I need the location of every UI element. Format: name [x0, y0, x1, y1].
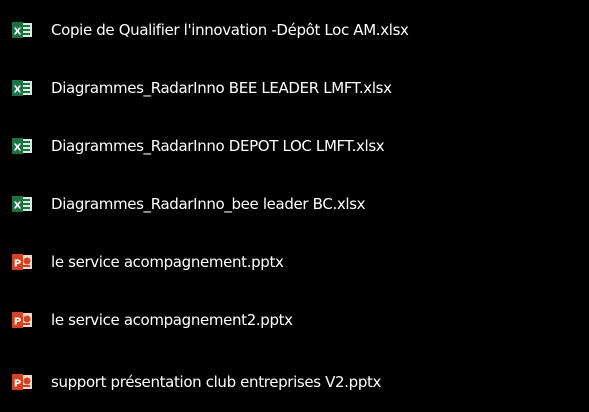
file-item-powerpoint[interactable]: P le service acompagnement2.pptx [0, 302, 589, 338]
file-name: le service acompagnement.pptx [51, 253, 284, 271]
file-name: Diagrammes_RadarInno BEE LEADER LMFT.xls… [51, 79, 392, 97]
file-item-excel[interactable]: X Diagrammes_RadarInno BEE LEADER LMFT.x… [0, 70, 589, 106]
file-item-excel[interactable]: X Copie de Qualifier l'innovation -Dépôt… [0, 12, 589, 48]
powerpoint-file-icon: P [12, 374, 32, 390]
svg-text:X: X [14, 27, 22, 38]
excel-file-icon: X [12, 138, 32, 154]
file-item-excel[interactable]: X Diagrammes_RadarInno_bee leader BC.xls… [0, 186, 589, 222]
excel-file-icon: X [12, 80, 32, 96]
file-name: support présentation club entreprises V2… [51, 373, 382, 391]
file-item-powerpoint[interactable]: P support présentation club entreprises … [0, 364, 589, 400]
powerpoint-file-icon: P [12, 254, 32, 270]
svg-text:P: P [14, 317, 21, 328]
file-item-excel[interactable]: X Diagrammes_RadarInno DEPOT LOC LMFT.xl… [0, 128, 589, 164]
excel-file-icon: X [12, 196, 32, 212]
svg-text:X: X [14, 85, 22, 96]
file-name: Diagrammes_RadarInno DEPOT LOC LMFT.xlsx [51, 137, 385, 155]
svg-text:X: X [14, 143, 22, 154]
file-name: Diagrammes_RadarInno_bee leader BC.xlsx [51, 195, 366, 213]
file-name: le service acompagnement2.pptx [51, 311, 293, 329]
file-item-powerpoint[interactable]: P le service acompagnement.pptx [0, 244, 589, 280]
excel-file-icon: X [12, 22, 32, 38]
svg-text:X: X [14, 201, 22, 212]
svg-text:P: P [14, 379, 21, 390]
file-list: X Copie de Qualifier l'innovation -Dépôt… [0, 0, 589, 412]
svg-text:P: P [14, 259, 21, 270]
file-name: Copie de Qualifier l'innovation -Dépôt L… [51, 21, 409, 39]
powerpoint-file-icon: P [12, 312, 32, 328]
